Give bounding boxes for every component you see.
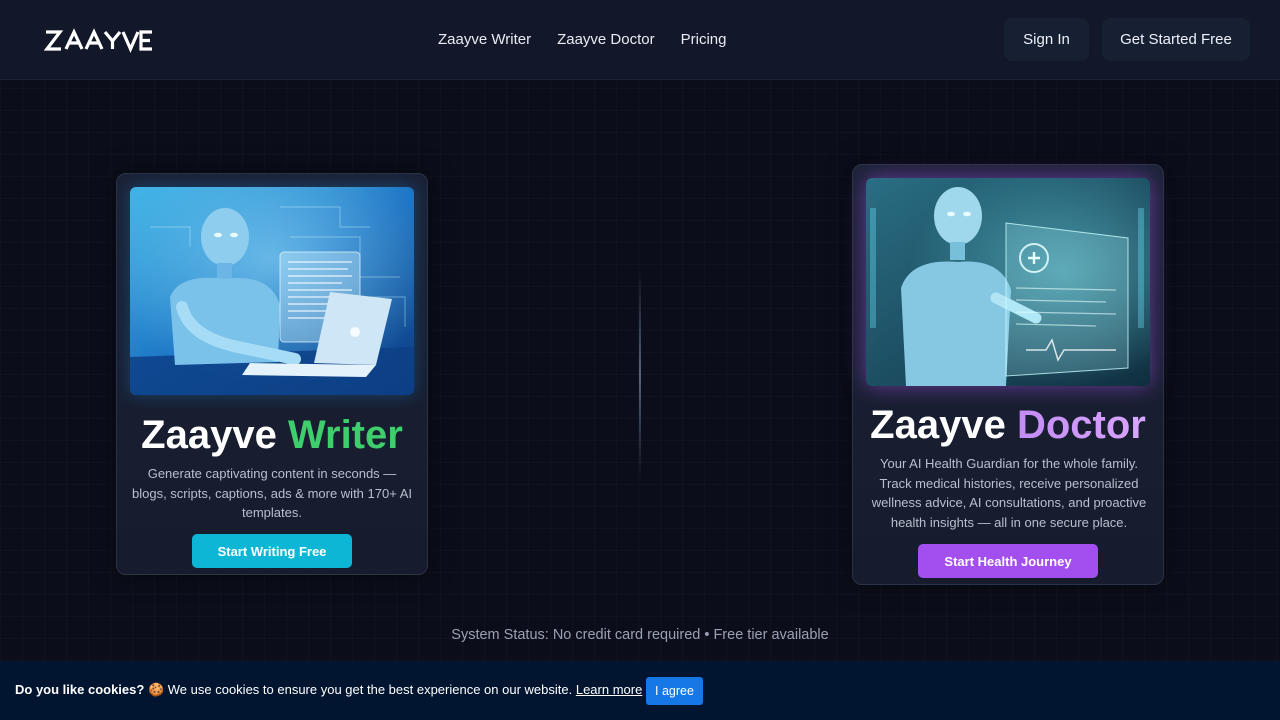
writer-card: Zaayve Writer Generate captivating conte… <box>116 173 428 575</box>
doctor-card: Zaayve Doctor Your AI Health Guardian fo… <box>852 164 1164 585</box>
doctor-hero-image <box>866 178 1150 386</box>
sign-in-button[interactable]: Sign In <box>1004 18 1089 61</box>
cookie-question: Do you like cookies? <box>15 682 145 697</box>
main-nav: Zaayve Writer Zaayve Doctor Pricing <box>438 30 726 50</box>
center-divider <box>639 270 641 480</box>
logo-wordmark <box>43 28 152 53</box>
brand-logo[interactable] <box>43 27 154 53</box>
doctor-title: Zaayve Doctor <box>853 402 1163 448</box>
start-health-journey-button[interactable]: Start Health Journey <box>918 544 1098 578</box>
get-started-free-button[interactable]: Get Started Free <box>1102 18 1250 61</box>
system-status: System Status: No credit card required •… <box>451 627 829 643</box>
nav-zaayve-doctor[interactable]: Zaayve Doctor <box>557 30 655 50</box>
doctor-description: Your AI Health Guardian for the whole fa… <box>871 456 1147 530</box>
writer-title: Zaayve Writer <box>117 412 427 458</box>
writer-title-accent: Writer <box>287 413 403 457</box>
writer-description: Generate captivating content in seconds … <box>131 466 412 520</box>
nav-pricing[interactable]: Pricing <box>681 30 727 50</box>
start-writing-free-button[interactable]: Start Writing Free <box>192 534 352 568</box>
site-header: Zaayve Writer Zaayve Doctor Pricing Sign… <box>0 0 1280 80</box>
nav-zaayve-writer[interactable]: Zaayve Writer <box>438 30 531 50</box>
writer-title-main: Zaayve <box>141 413 277 457</box>
cookie-message: Do you like cookies? 🍪 We use cookies to… <box>15 682 642 698</box>
doctor-title-main: Zaayve <box>870 403 1006 447</box>
cookie-message-text: We use cookies to ensure you get the bes… <box>167 682 573 697</box>
cookie-icon: 🍪 <box>147 682 165 697</box>
writer-hero-image <box>130 187 414 395</box>
doctor-title-accent: Doctor <box>1016 403 1146 447</box>
learn-more-link[interactable]: Learn more <box>576 682 642 697</box>
cookie-agree-button[interactable]: I agree <box>646 677 703 705</box>
